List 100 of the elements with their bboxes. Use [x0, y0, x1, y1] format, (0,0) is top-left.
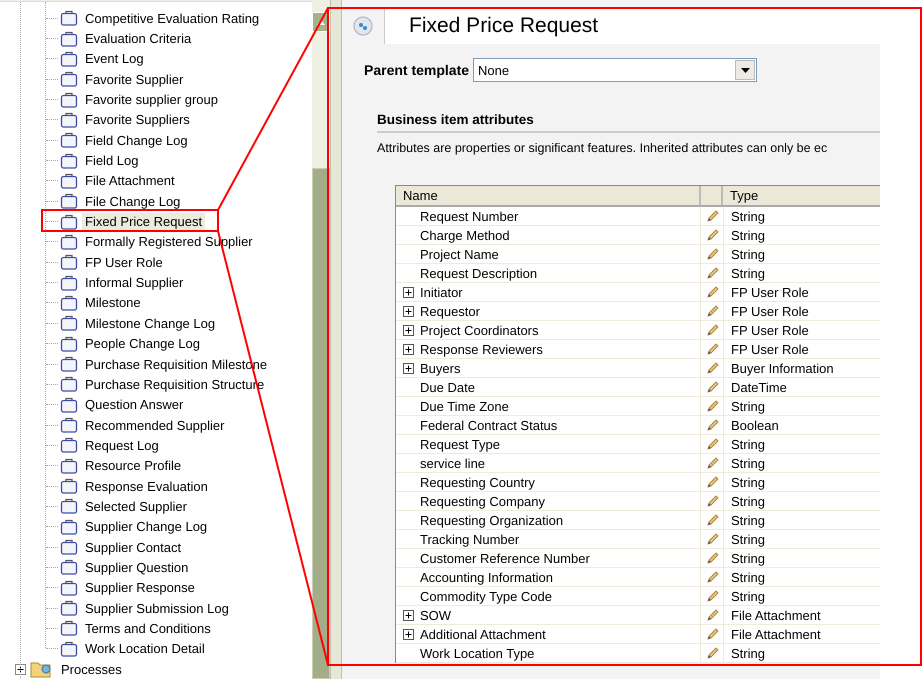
briefcase-icon	[60, 336, 78, 352]
table-cell: String	[731, 646, 765, 660]
briefcase-icon	[60, 640, 78, 657]
briefcase-icon	[60, 437, 78, 454]
pencil-icon[interactable]	[706, 304, 718, 318]
table-cell: Initiator	[420, 284, 463, 300]
tree-item[interactable]: Field Change Log	[82, 132, 191, 149]
tree-item[interactable]: Recommended Supplier	[82, 416, 228, 434]
tree-item[interactable]: Informal Supplier	[82, 274, 186, 292]
briefcase-icon	[60, 172, 78, 189]
tree-item[interactable]: Favorite Supplier	[82, 70, 186, 88]
briefcase-icon	[60, 132, 78, 148]
pencil-icon[interactable]	[706, 324, 718, 336]
expand-icon[interactable]	[403, 306, 414, 316]
briefcase-icon	[60, 234, 78, 250]
tree-item[interactable]: Supplier Submission Log	[82, 600, 232, 617]
tree-item[interactable]: Request Log	[82, 436, 162, 454]
pencil-icon[interactable]	[706, 532, 718, 546]
table-cell: Project Coordinators	[420, 322, 538, 338]
tree-item[interactable]: Response Evaluation	[82, 478, 211, 495]
pencil-icon[interactable]	[706, 210, 718, 222]
briefcase-icon	[60, 559, 78, 576]
pencil-icon[interactable]	[706, 646, 718, 660]
pencil-icon[interactable]	[706, 418, 718, 432]
tree-item[interactable]: Supplier Question	[82, 558, 192, 576]
column-header[interactable]: Type	[723, 186, 880, 205]
pencil-icon[interactable]	[706, 438, 718, 450]
tree-item[interactable]: File Attachment	[82, 172, 178, 190]
section-description: Attributes are properties or significant features. Inherited attributes can only be ec	[377, 141, 828, 155]
tree-item[interactable]: Supplier Change Log	[82, 518, 210, 536]
pencil-icon[interactable]	[706, 400, 718, 412]
pencil-icon[interactable]	[706, 570, 718, 584]
tree-item[interactable]: Supplier Response	[82, 579, 198, 596]
expand-icon[interactable]	[403, 286, 414, 298]
tree-item[interactable]: Milestone Change Log	[82, 314, 218, 332]
expand-icon[interactable]	[403, 362, 414, 374]
pencil-icon[interactable]	[706, 476, 718, 488]
table-cell: File Attachment	[731, 626, 821, 642]
tree-item[interactable]: Resource Profile	[82, 457, 184, 474]
briefcase-icon	[60, 396, 78, 413]
table-cell: service line	[420, 456, 486, 470]
parent-template-dropdown[interactable]: None	[473, 58, 758, 82]
table-cell: FP User Role	[731, 284, 809, 300]
tree-item[interactable]: Milestone	[82, 294, 144, 312]
pencil-icon[interactable]	[706, 628, 718, 640]
tree-item[interactable]: Favorite supplier group	[82, 91, 221, 108]
table-cell: String	[731, 588, 765, 604]
pencil-icon[interactable]	[706, 362, 718, 374]
tree-item[interactable]: Terms and Conditions	[82, 620, 214, 637]
tree-item[interactable]: FP User Role	[82, 254, 166, 271]
tree-item[interactable]: Selected Supplier	[82, 498, 190, 515]
briefcase-icon	[60, 193, 78, 210]
table-cell: Charge Method	[420, 228, 510, 242]
briefcase-icon	[60, 417, 78, 434]
table-cell: Boolean	[731, 418, 779, 432]
pencil-icon[interactable]	[706, 266, 718, 280]
pencil-icon[interactable]	[706, 228, 718, 242]
tree-item[interactable]: Question Answer	[82, 396, 186, 414]
pencil-icon[interactable]	[706, 286, 718, 298]
tree-item[interactable]: Favorite Suppliers	[82, 111, 193, 128]
pencil-icon[interactable]	[706, 380, 718, 394]
table-cell: Commodity Type Code	[420, 588, 552, 604]
expand-icon[interactable]	[403, 628, 414, 640]
pencil-icon[interactable]	[706, 514, 718, 526]
tree-item[interactable]: Event Log	[82, 50, 147, 68]
tree-item[interactable]: File Change Log	[82, 192, 184, 210]
pencil-icon[interactable]	[706, 456, 718, 470]
table-cell: Tracking Number	[420, 532, 520, 546]
table-cell: Accounting Information	[420, 570, 553, 584]
tree-item[interactable]: Evaluation Criteria	[82, 30, 194, 48]
tree-item[interactable]: People Change Log	[82, 335, 203, 352]
table-cell: Federal Contract Status	[420, 418, 558, 432]
expand-icon[interactable]	[403, 324, 414, 336]
expand-icon[interactable]	[403, 344, 414, 354]
briefcase-icon	[60, 30, 78, 47]
table-cell: Request Description	[420, 266, 538, 280]
tree-item[interactable]: Fixed Price Request	[82, 213, 206, 230]
expand-icon[interactable]	[15, 664, 26, 674]
tree-item[interactable]: Supplier Contact	[82, 538, 184, 556]
tree-item[interactable]: Competitive Evaluation Rating	[82, 10, 262, 27]
tree-item[interactable]: Work Location Detail	[82, 640, 208, 658]
column-header[interactable]: Name	[396, 186, 701, 205]
table-cell: Project Name	[420, 246, 499, 262]
expand-icon[interactable]	[403, 610, 414, 620]
table-cell: Requesting Country	[420, 474, 535, 490]
pencil-icon[interactable]	[706, 248, 718, 260]
pencil-icon[interactable]	[706, 608, 718, 622]
pencil-icon[interactable]	[706, 342, 718, 356]
pencil-icon[interactable]	[706, 494, 718, 508]
pencil-icon[interactable]	[706, 552, 718, 564]
briefcase-icon	[60, 600, 78, 616]
briefcase-icon	[60, 315, 78, 332]
briefcase-icon	[60, 478, 78, 494]
table-cell: Response Reviewers	[420, 342, 543, 356]
pencil-icon[interactable]	[706, 590, 718, 602]
tree-item[interactable]: Field Log	[82, 152, 142, 170]
table-cell: String	[731, 474, 765, 490]
tree-item[interactable]: Processes	[58, 660, 125, 678]
table-cell: String	[731, 512, 765, 528]
table-cell: DateTime	[731, 380, 787, 394]
